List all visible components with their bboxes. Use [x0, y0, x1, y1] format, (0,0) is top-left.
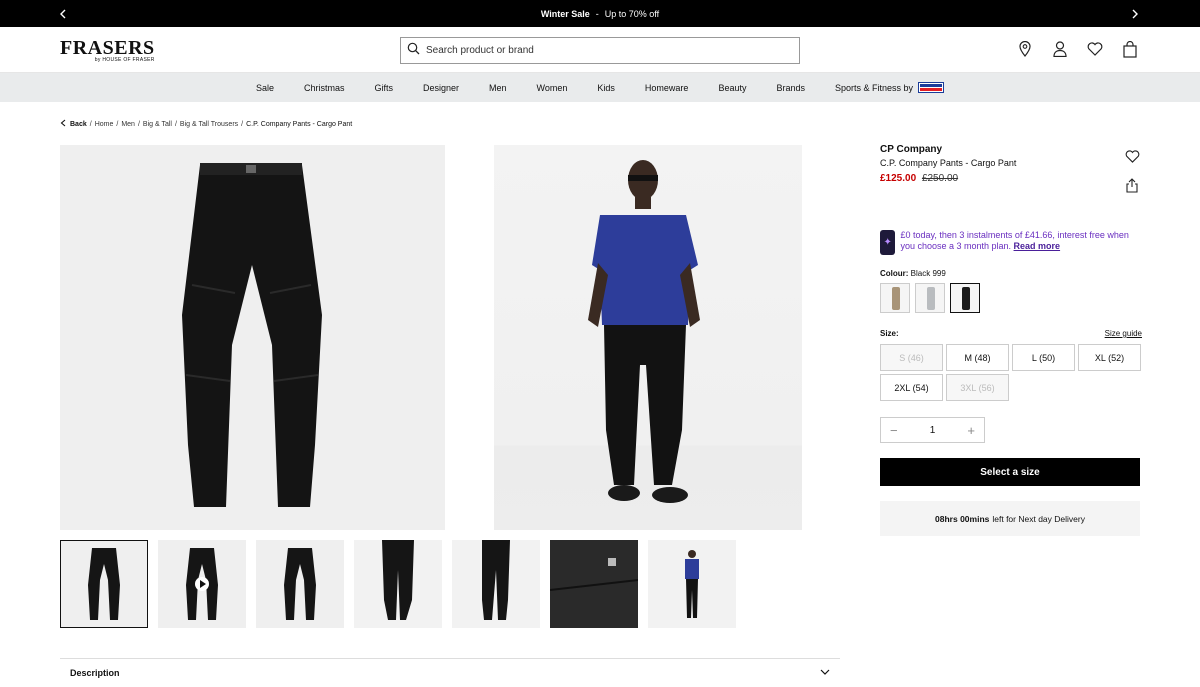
- add-to-wishlist-heart-icon[interactable]: [1125, 150, 1140, 168]
- site-header: FRASERS by HOUSE OF FRASER: [0, 27, 1200, 73]
- nav-item-sports-fitness[interactable]: Sports & Fitness by: [835, 82, 945, 93]
- sports-direct-logo-icon: [918, 82, 945, 93]
- promo-separator: -: [595, 8, 599, 19]
- breadcrumb-men[interactable]: Men: [121, 121, 135, 128]
- nav-item-men[interactable]: Men: [489, 83, 507, 93]
- nav-item-beauty[interactable]: Beauty: [718, 83, 746, 93]
- product-image-main[interactable]: [60, 145, 445, 530]
- bnpl-text: £0 today, then 3 instalments of £41.66, …: [900, 230, 1142, 252]
- size-label: Size:: [880, 329, 899, 338]
- breadcrumb-sep: /: [241, 120, 244, 128]
- product-info-panel: CP Company C.P. Company Pants - Cargo Pa…: [880, 144, 1142, 536]
- colour-label: Colour: Black 999: [880, 269, 1142, 278]
- size-guide-link[interactable]: Size guide: [1105, 329, 1142, 338]
- back-chevron-icon[interactable]: [60, 119, 66, 129]
- quantity-decrease-button[interactable]: −: [890, 423, 898, 438]
- product-price: £125.00 £250.00: [880, 173, 1142, 184]
- bnpl-read-more-link[interactable]: Read more: [1014, 241, 1061, 251]
- size-grid: S (46) M (48) L (50) XL (52) 2XL (54) 3X…: [880, 344, 1142, 401]
- swatch-stone[interactable]: [880, 283, 910, 313]
- logo-main: FRASERS: [60, 37, 155, 59]
- breadcrumb-sep: /: [174, 120, 177, 128]
- colour-label-key: Colour:: [880, 269, 909, 278]
- promo-title: Winter Sale: [540, 8, 590, 19]
- main-nav: Sale Christmas Gifts Designer Men Women …: [0, 73, 1200, 102]
- store-locator-icon[interactable]: [1017, 40, 1033, 58]
- account-icon[interactable]: [1052, 40, 1068, 58]
- colour-swatches: [880, 283, 1142, 313]
- breadcrumb-back[interactable]: Back: [70, 121, 87, 128]
- thumbnail-front[interactable]: [60, 540, 148, 628]
- product-image-model[interactable]: [494, 145, 802, 530]
- bnpl-logo-icon: ✦: [880, 230, 896, 255]
- trousers-image-icon: [182, 163, 322, 507]
- delivery-text: left for Next day Delivery: [992, 513, 1085, 524]
- search-icon: [407, 42, 420, 60]
- colour-value: Black 999: [910, 269, 946, 278]
- nav-item-designer[interactable]: Designer: [423, 83, 459, 93]
- thumbnail-video[interactable]: [158, 540, 246, 628]
- breadcrumb-current: C.P. Company Pants - Cargo Pant: [246, 120, 353, 128]
- breadcrumb-sep: /: [89, 120, 92, 128]
- nav-sports-label: Sports & Fitness by: [835, 82, 914, 93]
- breadcrumb-sep: /: [137, 120, 140, 128]
- delivery-countdown: 08hrs 00mins left for Next day Delivery: [880, 501, 1140, 536]
- product-brand[interactable]: CP Company: [880, 144, 1142, 155]
- promo-bar: Winter Sale - Up to 70% off: [0, 0, 1200, 27]
- thumbnail-model-side[interactable]: [452, 540, 540, 628]
- thumbnail-detail[interactable]: [550, 540, 638, 628]
- model-image-icon: [588, 160, 700, 503]
- breadcrumb-home[interactable]: Home: [95, 121, 114, 128]
- quantity-increase-button[interactable]: +: [967, 423, 975, 438]
- promo-text[interactable]: Up to 70% off: [605, 9, 659, 19]
- nav-item-homeware[interactable]: Homeware: [645, 83, 689, 93]
- price-was: £250.00: [921, 173, 959, 184]
- promo-prev-arrow-icon[interactable]: [48, 0, 78, 27]
- bnpl-offer: ✦ £0 today, then 3 instalments of £41.66…: [880, 230, 1142, 255]
- share-icon[interactable]: [1126, 178, 1138, 198]
- size-option-2xl[interactable]: 2XL (54): [880, 374, 943, 401]
- select-size-button[interactable]: Select a size: [880, 458, 1140, 486]
- nav-item-women[interactable]: Women: [537, 83, 568, 93]
- size-option-s[interactable]: S (46): [880, 344, 943, 371]
- chevron-down-icon: [820, 668, 830, 678]
- description-label: Description: [70, 668, 120, 678]
- size-option-xl[interactable]: XL (52): [1078, 344, 1141, 371]
- product-name: C.P. Company Pants - Cargo Pant: [880, 158, 1017, 168]
- swatch-black[interactable]: [950, 283, 980, 313]
- promo-next-arrow-icon[interactable]: [1120, 0, 1150, 27]
- nav-item-gifts[interactable]: Gifts: [374, 83, 393, 93]
- breadcrumb-big-tall-trousers[interactable]: Big & Tall Trousers: [180, 121, 238, 128]
- delivery-time: 08hrs 00mins: [935, 513, 990, 524]
- thumbnail-strip: [60, 540, 736, 628]
- breadcrumb-sep: /: [116, 120, 119, 128]
- description-accordion[interactable]: Description: [60, 658, 840, 687]
- wishlist-icon[interactable]: [1087, 40, 1103, 58]
- quantity-stepper: − 1 +: [880, 417, 985, 443]
- swatch-grey[interactable]: [915, 283, 945, 313]
- search-input[interactable]: [426, 45, 786, 56]
- thumbnail-model-front[interactable]: [354, 540, 442, 628]
- size-header: Size: Size guide: [880, 329, 1142, 338]
- size-option-m[interactable]: M (48): [946, 344, 1009, 371]
- size-option-l[interactable]: L (50): [1012, 344, 1075, 371]
- thumbnail-back[interactable]: [256, 540, 344, 628]
- nav-item-sale[interactable]: Sale: [256, 83, 274, 93]
- bag-icon[interactable]: [1122, 40, 1138, 58]
- breadcrumb-big-tall[interactable]: Big & Tall: [143, 121, 172, 128]
- price-now: £125.00: [880, 173, 917, 184]
- thumbnail-model-full[interactable]: [648, 540, 736, 628]
- quantity-value[interactable]: 1: [930, 425, 936, 436]
- nav-item-christmas[interactable]: Christmas: [304, 83, 345, 93]
- nav-item-brands[interactable]: Brands: [776, 83, 805, 93]
- breadcrumb: Back / Home / Men / Big & Tall / Big & T…: [60, 119, 355, 129]
- site-logo[interactable]: FRASERS by HOUSE OF FRASER: [60, 38, 155, 63]
- size-option-3xl[interactable]: 3XL (56): [946, 374, 1009, 401]
- search-box[interactable]: [400, 37, 800, 64]
- nav-item-kids[interactable]: Kids: [597, 83, 615, 93]
